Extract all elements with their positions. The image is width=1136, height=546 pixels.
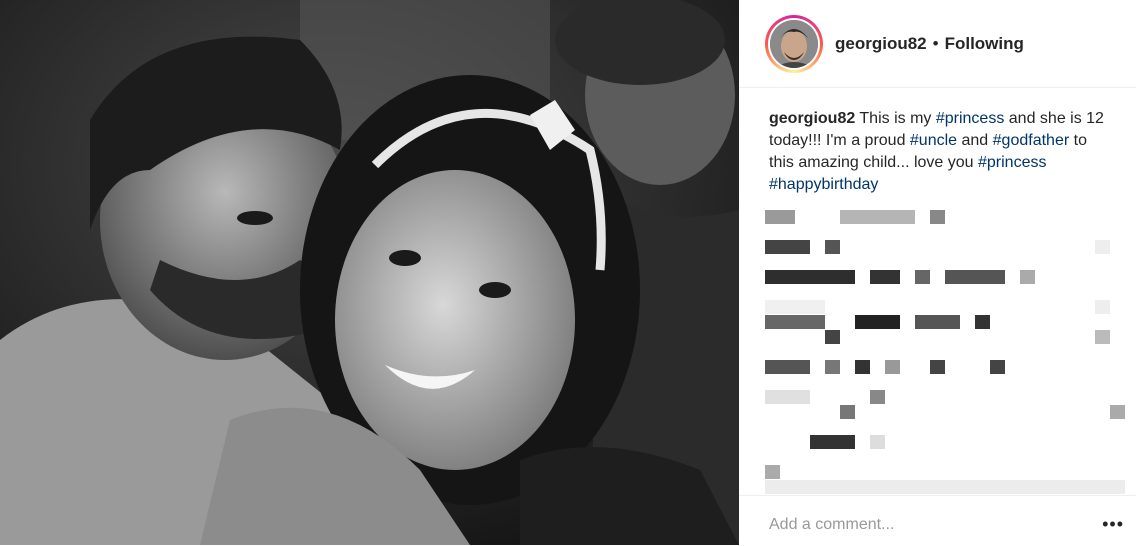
pixelation-block	[975, 315, 990, 329]
hashtag-princess[interactable]: #princess	[936, 110, 1004, 127]
pixelation-block	[1110, 405, 1125, 419]
pixelation-block	[765, 360, 810, 374]
pixelation-block	[1095, 330, 1110, 344]
pixelation-block	[825, 360, 840, 374]
caption-username[interactable]: georgiou82	[769, 110, 855, 127]
pixelation-block	[1095, 240, 1110, 254]
following-button[interactable]: Following	[945, 34, 1024, 53]
username-link[interactable]: georgiou82	[835, 34, 927, 53]
pixelation-block	[990, 360, 1005, 374]
avatar[interactable]	[765, 15, 823, 73]
pixelation-block	[840, 210, 915, 224]
photo-image	[0, 0, 739, 545]
pixelation-block	[765, 240, 810, 254]
avatar-border	[768, 18, 820, 70]
caption-text: and	[957, 132, 993, 149]
caption-text: This is my	[855, 110, 936, 127]
hashtag-princess[interactable]: #princess	[978, 154, 1046, 171]
comment-bar: Add a comment... •••	[739, 495, 1136, 546]
header-line: georgiou82 • Following	[835, 34, 1024, 54]
pixelation-block	[945, 270, 1005, 284]
post-header: georgiou82 • Following	[739, 0, 1136, 88]
pixelation-block	[855, 315, 900, 329]
pixelation-block	[930, 210, 945, 224]
pixelation-block	[930, 360, 945, 374]
add-comment-input[interactable]: Add a comment...	[769, 516, 894, 534]
post-caption: georgiou82 This is my #princess and she …	[769, 108, 1114, 196]
pixelation-block	[840, 405, 855, 419]
hashtag-uncle[interactable]: #uncle	[910, 132, 957, 149]
pixelation-block	[1095, 300, 1110, 314]
pixelation-block	[765, 300, 825, 314]
pixelation-block	[870, 390, 885, 404]
pixelation-block	[825, 240, 840, 254]
post-photo[interactable]	[0, 0, 739, 545]
pixelation-block	[765, 210, 795, 224]
pixelation-block	[765, 390, 810, 404]
pixelation-block	[870, 435, 885, 449]
hashtag-happybirthday[interactable]: #happybirthday	[769, 176, 878, 193]
post-side-panel: georgiou82 • Following georgiou82 This is …	[739, 0, 1136, 545]
separator-dot: •	[932, 34, 939, 53]
avatar-image	[770, 20, 818, 68]
pixelation-block	[870, 270, 900, 284]
pixelation-block	[855, 360, 870, 374]
pixelation-block	[765, 315, 825, 329]
pixelation-block	[885, 360, 900, 374]
pixelation-block	[915, 270, 930, 284]
hashtag-godfather[interactable]: #godfather	[993, 132, 1070, 149]
pixelation-block	[765, 465, 780, 479]
pixelation-block	[825, 330, 840, 344]
pixelation-block	[765, 480, 1125, 494]
pixelation-block	[765, 270, 855, 284]
pixelation-block	[810, 435, 855, 449]
pixelation-block	[1020, 270, 1035, 284]
more-options-icon[interactable]: •••	[1102, 514, 1124, 535]
pixelation-block	[915, 315, 960, 329]
